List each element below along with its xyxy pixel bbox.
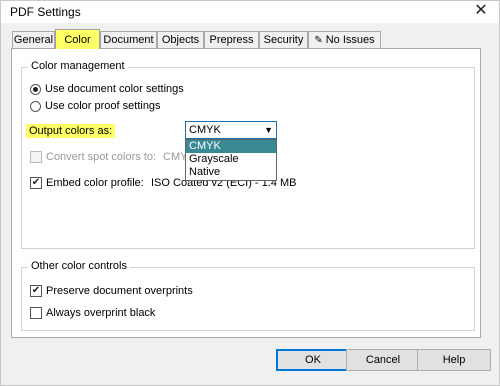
dropdown-option-cmyk[interactable]: CMYK [186, 140, 276, 153]
always-overprint-black-checkbox[interactable]: Always overprint black [30, 307, 155, 319]
tab-security[interactable]: Security [259, 31, 308, 48]
ok-button[interactable]: OK [276, 349, 350, 371]
select-value: CMYK [189, 124, 221, 136]
other-color-controls-group: Other color controls [21, 260, 475, 331]
no-issues-icon: ✎ [314, 35, 323, 46]
checkbox-label: Convert spot colors to: [46, 151, 157, 163]
output-colors-label: Output colors as: [26, 124, 116, 138]
dialog-title: PDF Settings [10, 5, 81, 19]
tab-objects[interactable]: Objects [157, 31, 204, 48]
tab-label: No Issues [325, 34, 375, 46]
pdf-settings-dialog: PDF Settings ✕ General Color Document Ob… [0, 0, 500, 386]
checkbox-icon [30, 151, 42, 163]
checkbox-label: Preserve document overprints [46, 285, 193, 297]
tab-prepress[interactable]: Prepress [204, 31, 259, 48]
dropdown-option-native[interactable]: Native [186, 166, 276, 179]
tab-label: Document [103, 34, 154, 46]
help-button[interactable]: Help [417, 349, 491, 371]
tab-general[interactable]: General [12, 31, 55, 48]
tab-label: Objects [161, 34, 200, 46]
radio-selected-icon [30, 83, 41, 95]
output-colors-label-row: Output colors as: [26, 124, 116, 138]
radio-label: Use color proof settings [45, 100, 161, 112]
convert-spot-colors-checkbox[interactable]: Convert spot colors to: [30, 151, 156, 163]
tab-label: General [13, 34, 54, 46]
output-colors-dropdown-list: CMYK Grayscale Native [185, 139, 277, 181]
title-bar: PDF Settings ✕ [1, 1, 499, 23]
checkbox-icon [30, 307, 42, 319]
other-color-controls-label: Other color controls [28, 260, 130, 272]
dropdown-option-grayscale[interactable]: Grayscale [186, 153, 276, 166]
preserve-overprints-checkbox[interactable]: ✔ Preserve document overprints [30, 285, 193, 297]
tab-label: Prepress [209, 34, 254, 46]
radio-unselected-icon [30, 100, 41, 112]
chevron-down-icon: ▼ [264, 125, 273, 135]
cancel-button[interactable]: Cancel [346, 349, 420, 371]
tab-label: Security [263, 34, 304, 46]
tab-label: Color [64, 34, 91, 46]
tab-document[interactable]: Document [100, 31, 157, 48]
checkbox-label: Always overprint black [46, 307, 156, 319]
output-colors-select[interactable]: CMYK ▼ [185, 121, 277, 139]
use-color-proof-radio[interactable]: Use color proof settings [30, 100, 161, 112]
spot-value-text: CMY [163, 151, 188, 163]
tab-no-issues[interactable]: ✎ No Issues [308, 31, 381, 48]
close-icon[interactable]: ✕ [471, 2, 491, 20]
color-management-label: Color management [28, 60, 128, 72]
convert-spot-value: CMY [163, 151, 187, 163]
use-document-color-radio[interactable]: Use document color settings [30, 83, 184, 95]
checkmark-icon: ✔ [30, 285, 42, 297]
embed-color-profile-checkbox[interactable]: ✔ Embed color profile: [30, 177, 144, 189]
tab-color[interactable]: Color [55, 29, 100, 49]
checkmark-icon: ✔ [30, 177, 42, 189]
radio-label: Use document color settings [45, 83, 184, 95]
checkbox-label: Embed color profile: [46, 177, 144, 189]
